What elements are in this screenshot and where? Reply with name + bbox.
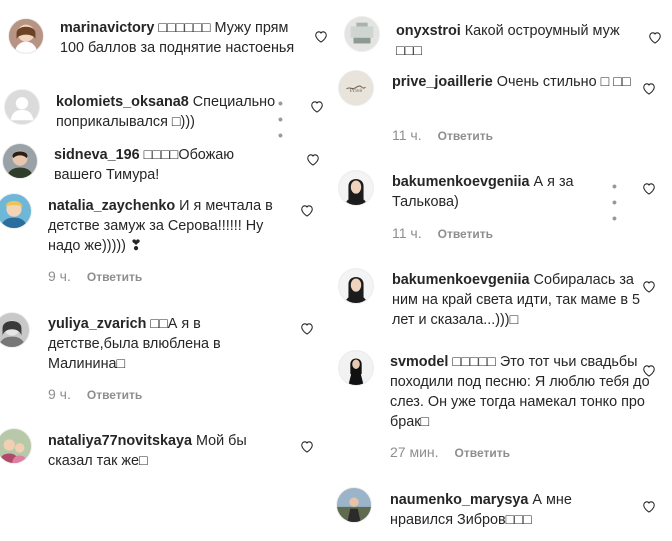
avatar[interactable] — [344, 16, 380, 52]
avatar[interactable] — [0, 428, 32, 464]
comment-username[interactable]: svmodel — [390, 354, 448, 370]
comment-username[interactable]: marinavictory — [60, 20, 154, 36]
comment-username[interactable]: onyxstroi — [396, 23, 461, 39]
comment-username[interactable]: bakumenkoevgeniia — [392, 272, 530, 288]
comment-username[interactable]: prive_joaillerie — [392, 74, 493, 90]
avatar[interactable] — [4, 89, 40, 125]
like-heart-icon[interactable] — [648, 31, 662, 44]
avatar[interactable]: Privé — [338, 70, 374, 106]
like-heart-icon[interactable] — [300, 440, 314, 453]
comment-username[interactable]: nataliya77novitskaya — [48, 433, 192, 449]
reply-button[interactable]: Ответить — [87, 270, 142, 284]
like-heart-icon[interactable] — [306, 153, 320, 166]
comment-time: 27 мин. — [390, 444, 439, 460]
like-heart-icon[interactable] — [300, 204, 314, 217]
avatar[interactable] — [338, 268, 374, 304]
comment-username[interactable]: bakumenkoevgeniia — [392, 174, 530, 190]
like-heart-icon[interactable] — [310, 100, 324, 113]
comment-username[interactable]: natalia_zaychenko — [48, 198, 175, 214]
comment-username[interactable]: kolomiets_oksana8 — [56, 94, 189, 110]
avatar[interactable] — [8, 18, 44, 54]
avatar[interactable] — [2, 143, 38, 179]
more-options-icon[interactable]: • • • — [278, 95, 284, 143]
comments-column-left: marinavictory □□□□□□ Мужу прям 100 балло… — [0, 0, 336, 541]
avatar[interactable] — [336, 487, 372, 523]
like-heart-icon[interactable] — [314, 30, 328, 43]
reply-button[interactable]: Ответить — [438, 227, 493, 241]
avatar[interactable] — [338, 350, 374, 386]
more-options-icon[interactable]: • • • — [612, 178, 618, 226]
reply-button[interactable]: Ответить — [438, 129, 493, 143]
reply-button[interactable]: Ответить — [455, 446, 510, 460]
like-heart-icon[interactable] — [642, 280, 656, 293]
avatar[interactable] — [0, 312, 30, 348]
avatar[interactable] — [0, 193, 32, 229]
comment-username[interactable]: yuliya_zvarich — [48, 316, 146, 332]
comment-time: 11 ч. — [392, 127, 422, 143]
reply-button[interactable]: Ответить — [87, 388, 142, 402]
like-heart-icon[interactable] — [642, 182, 656, 195]
comment-time: 11 ч. — [392, 225, 422, 241]
comment-time: 9 ч. — [48, 268, 71, 284]
like-heart-icon[interactable] — [642, 500, 656, 513]
avatar[interactable] — [338, 170, 374, 206]
like-heart-icon[interactable] — [642, 82, 656, 95]
comment-username[interactable]: sidneva_196 — [54, 147, 140, 163]
comment-text: Очень стильно □ □□ — [492, 74, 631, 90]
comment-username[interactable]: naumenko_marysya — [390, 492, 528, 508]
comments-column-right: onyxstroi Какой остроумный муж □□□ Privé… — [336, 0, 672, 541]
comment-time: 9 ч. — [48, 386, 71, 402]
like-heart-icon[interactable] — [642, 364, 656, 377]
like-heart-icon[interactable] — [300, 322, 314, 335]
